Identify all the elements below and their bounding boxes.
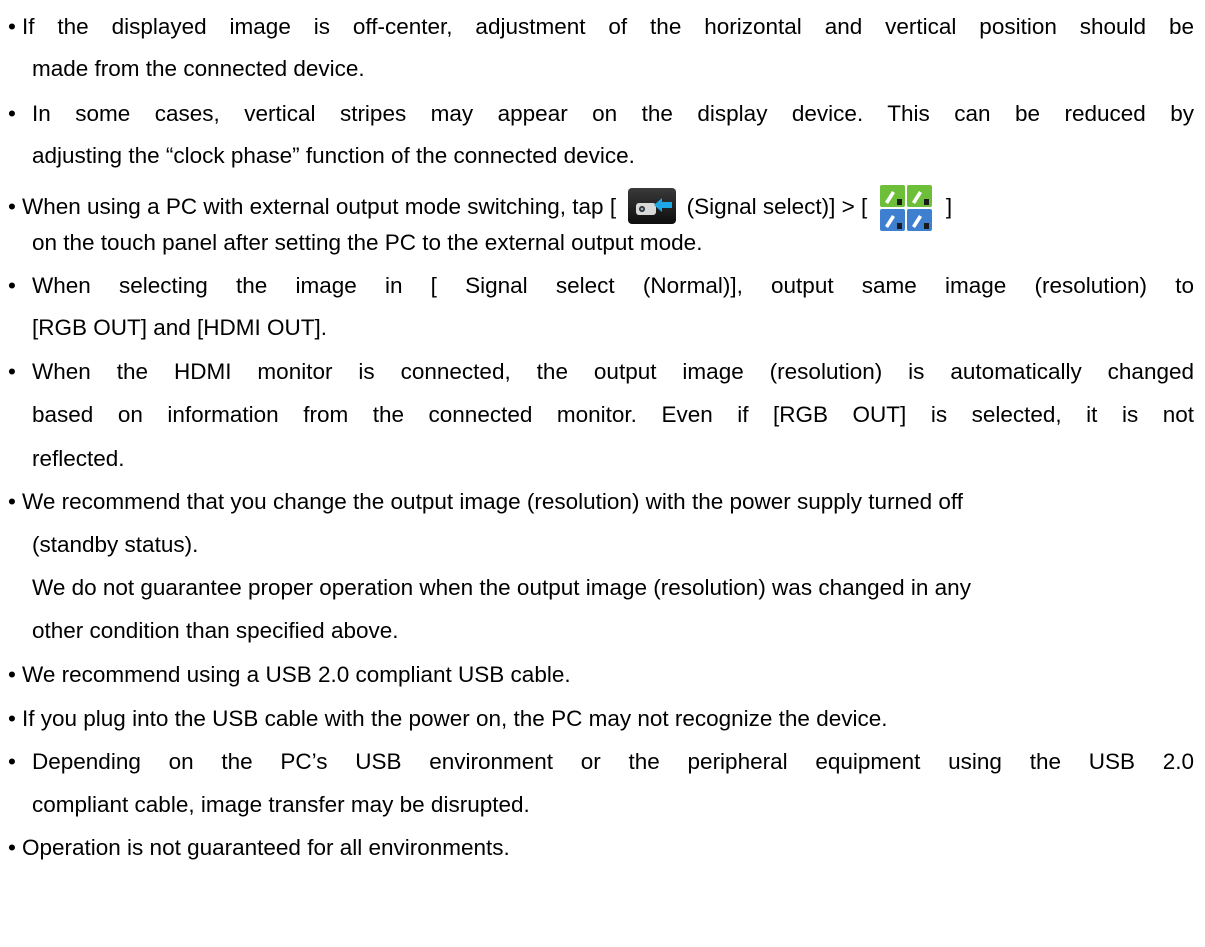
list-item: • When using a PC with external output m… [0, 184, 1205, 232]
item-text-line: on the touch panel after setting the PC … [32, 230, 703, 255]
signal-grid-icon [879, 185, 932, 232]
item-text-line: [RGB OUT] and [HDMI OUT]. [32, 315, 328, 340]
item-text-line: made from the connected device. [32, 56, 365, 81]
item-text-line: If the displayed image is off-center, ad… [22, 14, 1194, 39]
item-text-part: When using a PC with external output mod… [22, 194, 617, 219]
item-text-line: We recommend using a USB 2.0 compliant U… [22, 662, 571, 687]
item-text-line: other condition than specified above. [32, 618, 399, 643]
signal-select-icon [628, 188, 677, 225]
item-text-line: When using a PC with external output mod… [22, 184, 953, 232]
bullet: • [8, 194, 16, 219]
item-text-line: adjusting the “clock phase” function of … [32, 143, 635, 168]
item-text-line: When selecting the image in [ Signal sel… [32, 273, 1194, 298]
bullet: • [8, 835, 16, 860]
bullet: • [8, 273, 16, 298]
item-text-line: compliant cable, image transfer may be d… [32, 792, 530, 817]
bullet: • [8, 489, 16, 514]
document-page: • If the displayed image is off-center, … [0, 0, 1205, 947]
item-text-line: based on information from the connected … [32, 402, 1194, 427]
item-text-line: If you plug into the USB cable with the … [22, 706, 888, 731]
item-text-line: We do not guarantee proper operation whe… [32, 575, 971, 600]
item-text-line: In some cases, vertical stripes may appe… [32, 101, 1194, 126]
bullet: • [8, 662, 16, 687]
item-text-line: reflected. [32, 446, 125, 471]
bullet: • [8, 101, 16, 126]
bullet: • [8, 706, 16, 731]
item-text-part: (Signal select)] > [ [686, 194, 868, 219]
bullet: • [8, 14, 16, 39]
item-text-part: ] [945, 194, 953, 219]
item-text-line: Operation is not guaranteed for all envi… [22, 835, 510, 860]
item-text-line: Depending on the PC’s USB environment or… [32, 749, 1194, 774]
bullet: • [8, 749, 16, 774]
bullet: • [8, 359, 16, 384]
item-text-line: When the HDMI monitor is connected, the … [32, 359, 1194, 384]
item-text-line: (standby status). [32, 532, 199, 557]
item-text-line: We recommend that you change the output … [22, 489, 963, 514]
